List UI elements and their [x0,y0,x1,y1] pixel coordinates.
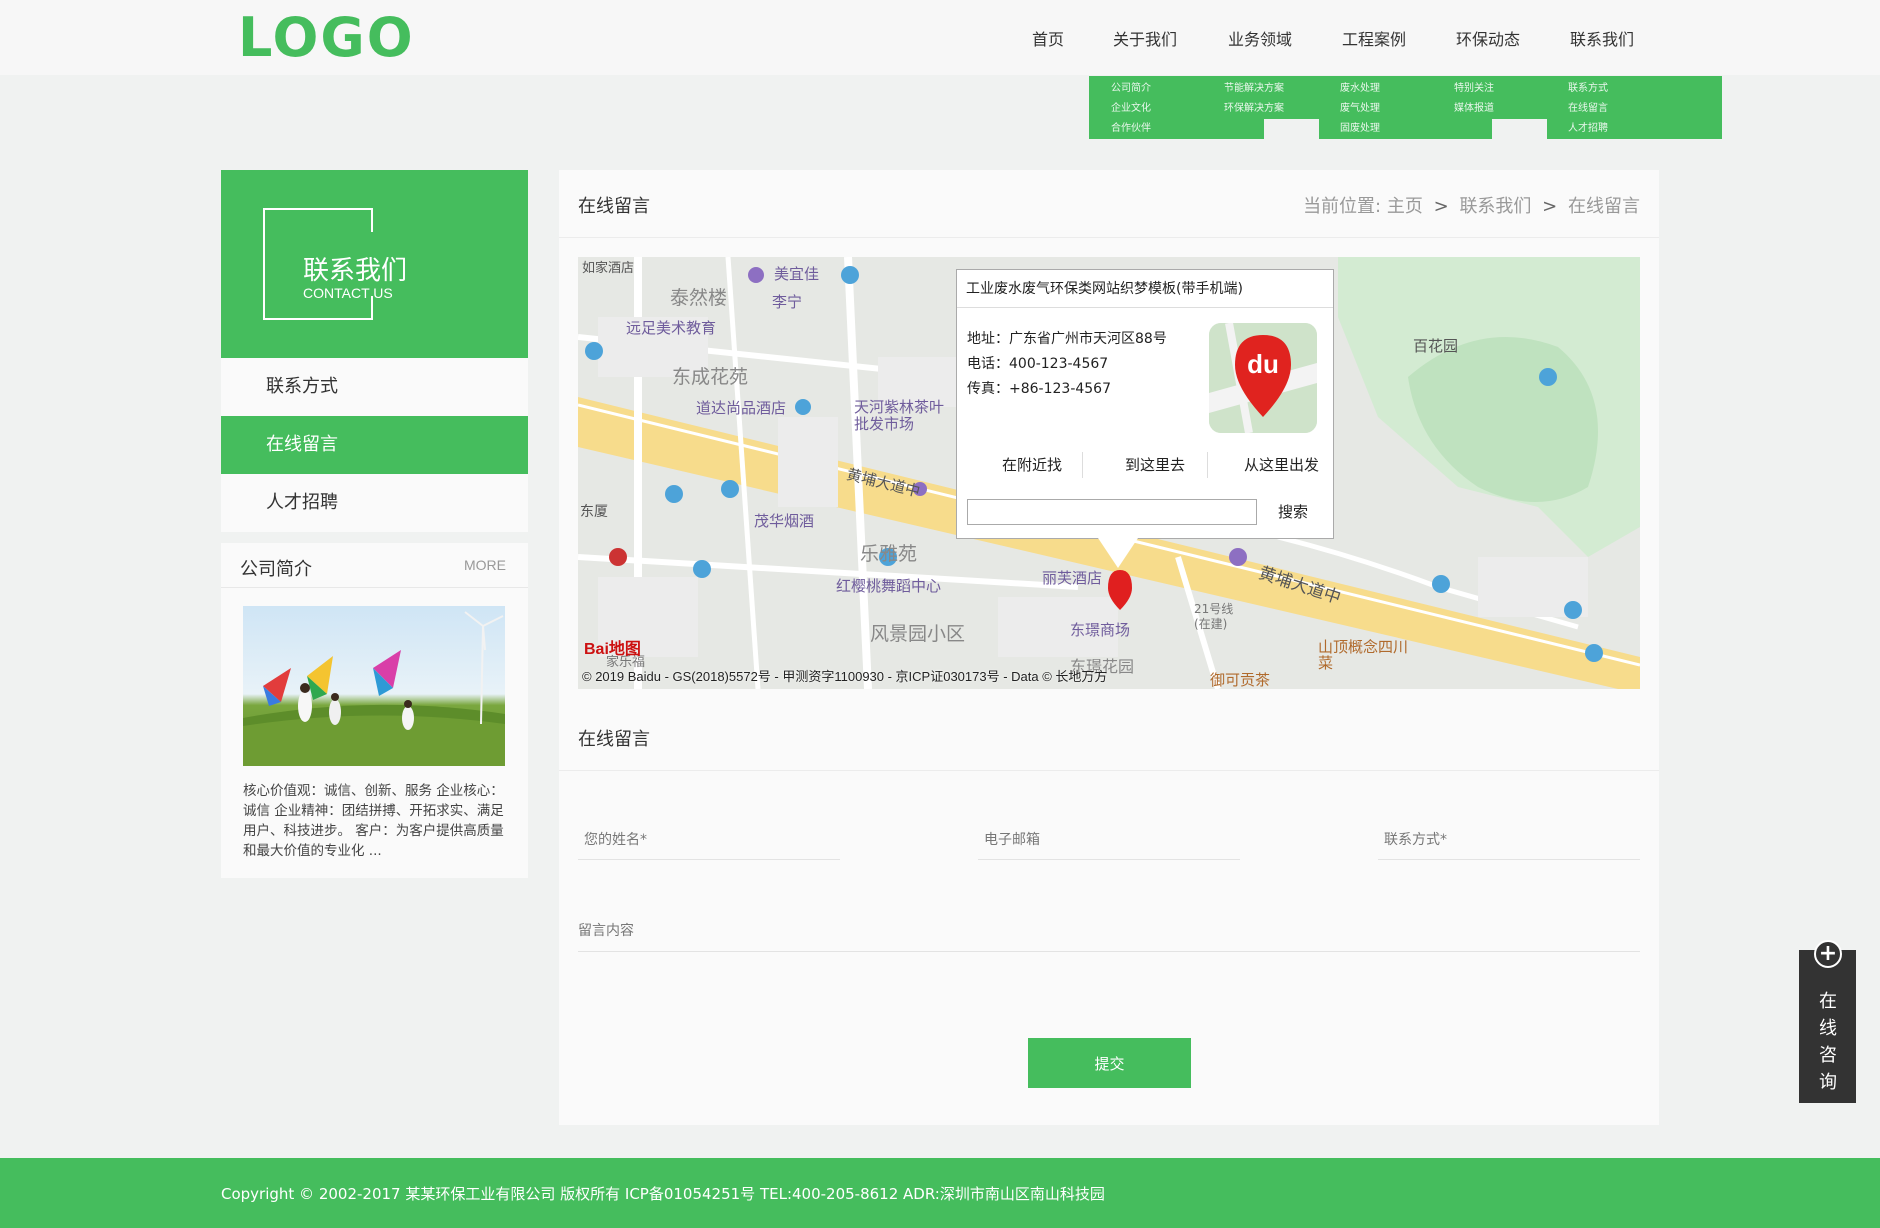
sidebar-header: 联系我们 CONTACT US [221,170,528,358]
site-logo[interactable]: LOGO [238,8,415,68]
map-label: 道达尚品酒店 [696,399,787,417]
nav-item-home[interactable]: 首页 [1032,26,1064,50]
map-label: 乐雅苑 [860,543,918,565]
dropdown-gap [1492,119,1547,139]
name-input[interactable] [578,820,840,859]
company-intro-box: 公司简介 MORE 核心价值观：诚信、创新、服务 企业核心：诚信 企业精神：团结… [221,543,528,878]
nav-item-about[interactable]: 关于我们 [1113,26,1177,50]
route-from-button[interactable]: 从这里出发 [1244,454,1319,475]
page-title: 在线留言 [578,196,650,217]
map-label: 东厦 [580,504,608,520]
map-label: 茂华烟酒 [754,512,815,530]
form-title: 在线留言 [578,729,650,750]
name-field[interactable] [578,820,840,860]
nav-item-contact[interactable]: 联系我们 [1570,26,1634,50]
svg-text:du: du [1247,349,1279,379]
info-window-title: 工业废水废气环保类网站织梦模板(带手机端) [957,270,1333,308]
dropdown-item[interactable]: 联系方式 [1568,79,1722,99]
message-field[interactable] [578,910,1640,952]
dropdown-item[interactable]: 环保解决方案 [1224,99,1320,119]
info-window-search-button[interactable]: 搜索 [1278,501,1308,522]
site-header: LOGO 首页 关于我们 业务领域 工程案例 环保动态 联系我们 [0,0,1880,75]
map-label: 东璟商场 [1070,621,1131,639]
email-input[interactable] [978,820,1240,859]
dropdown-item[interactable]: 节能解决方案 [1224,79,1320,99]
submit-button[interactable]: 提交 [1028,1038,1191,1088]
dropdown-item[interactable]: 特别关注 [1454,79,1550,99]
map-info-window: 工业废水废气环保类网站织梦模板(带手机端) 地址：广东省广州市天河区88号 电话… [956,269,1334,539]
map-label: 风景园小区 [870,623,966,645]
dropdown-item[interactable]: 人才招聘 [1568,119,1722,139]
form-header: 在线留言 [559,725,1659,771]
map-label: 21号线(在建) [1194,602,1234,631]
breadcrumb-home[interactable]: 主页 [1387,196,1423,217]
dropdown-item[interactable]: 在线留言 [1568,99,1722,119]
more-link[interactable]: MORE [464,557,506,573]
baidu-map-logo: Bai地图 [584,641,641,658]
map-label: 远足美术教育 [626,319,717,337]
info-window-actions: 在附近找 到这里去 从这里出发 [957,444,1335,484]
route-to-button[interactable]: 到这里去 [1125,454,1185,475]
breadcrumb-parent[interactable]: 联系我们 [1459,196,1531,217]
company-intro-title: 公司简介 [240,559,312,580]
map-label: 美宜佳 [774,265,820,283]
dropdown-gap [1264,119,1319,139]
footer-copyright: Copyright © 2002-2017 某某环保工业有限公司 版权所有 IC… [221,1185,1105,1203]
kites-photo-illustration [243,611,505,766]
map-label: 百花园 [1413,337,1459,355]
email-field[interactable] [978,820,1240,860]
info-fax: 传真：+86-123-4567 [967,381,1111,397]
info-phone: 电话：400-123-4567 [967,356,1109,372]
map-label: 李宁 [772,293,803,311]
breadcrumb-separator: > [1433,196,1449,217]
baidu-map[interactable]: 如家酒店 美宜佳 泰然楼 李宁 远足美术教育 东成花苑 道达尚品酒店 天河紫林茶… [578,257,1640,689]
dropdown-contact: 联系方式 在线留言 人才招聘 [1546,76,1722,139]
divider [1082,452,1083,478]
sidebar-item-online-message[interactable]: 在线留言 [221,416,528,474]
map-label: 山顶概念四川菜 [1318,638,1409,672]
nav-item-cases[interactable]: 工程案例 [1342,26,1406,50]
nav-item-news[interactable]: 环保动态 [1456,26,1520,50]
breadcrumb-prefix: 当前位置: [1303,196,1382,217]
online-consult-widget[interactable]: + 在线咨询 [1799,940,1856,1103]
company-intro-text: 核心价值观：诚信、创新、服务 企业核心：诚信 企业精神：团结拼搏、开拓求实、满足… [243,783,504,859]
plus-icon[interactable]: + [1814,940,1842,968]
map-label: 红樱桃舞蹈中心 [836,577,942,595]
map-label: 东成花苑 [672,366,749,388]
info-address: 地址：广东省广州市天河区88号 [967,331,1167,347]
sidebar-title: 联系我们 [303,256,408,286]
online-consult-label[interactable]: 在线咨询 [1817,988,1839,1096]
company-intro-header: 公司简介 MORE [221,543,528,588]
map-copyright: © 2019 Baidu - GS(2018)5572号 - 甲测资字11009… [582,669,1108,684]
info-window-search-input[interactable] [967,499,1257,525]
site-footer: Copyright © 2002-2017 某某环保工业有限公司 版权所有 IC… [0,1158,1880,1228]
sidebar-item-recruitment[interactable]: 人才招聘 [221,474,528,532]
breadcrumb: 当前位置: 主页 > 联系我们 > 在线留言 [1303,192,1640,218]
phone-field[interactable] [1378,820,1640,860]
company-intro-image[interactable] [243,606,505,766]
divider [1207,452,1208,478]
info-window-pointer [1098,538,1138,568]
map-label: 丽芙酒店 [1042,569,1103,587]
sidebar-menu: 联系方式 在线留言 人才招聘 [221,358,528,532]
map-label: 如家酒店 [582,261,635,276]
main-header: 在线留言 当前位置: 主页 > 联系我们 > 在线留言 [559,170,1659,238]
message-textarea[interactable] [578,910,1640,951]
sidebar-subtitle: CONTACT US [303,285,393,301]
search-nearby-button[interactable]: 在附近找 [1002,454,1062,475]
map-label: 御可贡茶 [1210,671,1271,689]
main-content: 在线留言 当前位置: 主页 > 联系我们 > 在线留言 如家酒店 美宜佳 泰然楼… [559,170,1659,1125]
dropdown-item[interactable]: 媒体报道 [1454,99,1550,119]
baidu-du-icon: du [1209,323,1317,433]
phone-input[interactable] [1378,820,1640,859]
breadcrumb-current[interactable]: 在线留言 [1568,196,1640,217]
nav-item-business[interactable]: 业务领域 [1228,26,1292,50]
map-label: 天河紫林茶叶批发市场 [854,398,945,433]
map-label: 泰然楼 [670,287,728,309]
sidebar-item-contact-info[interactable]: 联系方式 [221,358,528,416]
breadcrumb-separator: > [1542,196,1558,217]
